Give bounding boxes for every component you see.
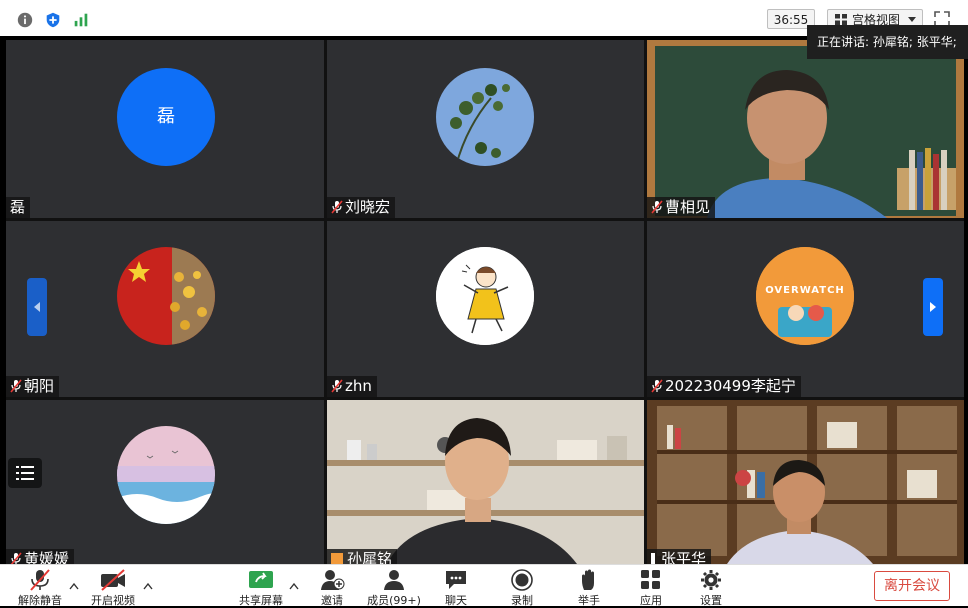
participant-tile-9[interactable]: 张平华 [647, 400, 964, 564]
apps-icon [641, 570, 660, 589]
audio-level-icon [651, 553, 655, 564]
participant-name: 孙犀铭 [327, 549, 398, 564]
chevron-right-icon [930, 302, 936, 312]
participant-name: 张平华 [647, 549, 712, 564]
start-video-button[interactable]: 开启视频 [86, 565, 140, 607]
chat-button[interactable]: 聊天 [436, 565, 476, 607]
avatar [436, 68, 534, 166]
mic-muted-icon [10, 552, 22, 564]
participant-name: 曹相见 [647, 197, 716, 218]
members-button[interactable]: 成员(99+) [364, 565, 424, 607]
unmute-button[interactable]: 解除静音 [14, 565, 66, 607]
share-screen-button[interactable]: 共享屏幕 [234, 565, 288, 607]
list-icon [16, 466, 34, 480]
participant-tile-8[interactable]: 孙犀铭 [327, 400, 644, 564]
avatar: OVERWATCH [756, 247, 854, 345]
chat-icon [446, 571, 466, 589]
chevron-up-icon[interactable] [69, 582, 79, 590]
avatar [117, 426, 215, 524]
participant-tile-2[interactable]: 刘晓宏 [327, 40, 644, 218]
participant-tile-6[interactable]: OVERWATCH 202230499李起宁 [647, 221, 964, 397]
video-grid: 磊 磊 刘晓宏 曹相见 朝阳 zhn OVERWATCH 202230499李起… [6, 40, 964, 564]
record-button[interactable]: 录制 [502, 565, 542, 607]
gear-icon [701, 570, 721, 590]
participant-name: 磊 [6, 197, 31, 218]
hand-icon [582, 569, 594, 590]
raise-hand-button[interactable]: 举手 [569, 565, 609, 607]
participant-name: zhn [327, 376, 377, 397]
mic-muted-icon [651, 379, 663, 393]
participant-name: 刘晓宏 [327, 197, 396, 218]
video-feed-image [647, 40, 964, 218]
video-feed-image [327, 400, 644, 564]
participant-tile-7[interactable]: 黄媛媛 [6, 400, 324, 564]
chevron-up-icon[interactable] [289, 582, 299, 590]
participant-tile-1[interactable]: 磊 磊 [6, 40, 324, 218]
overwatch-avatar-image [756, 247, 854, 345]
tree-sky-avatar-image [436, 68, 534, 166]
invite-button[interactable]: 邀请 [312, 565, 352, 607]
record-icon [511, 569, 533, 591]
participant-name: 202230499李起宁 [647, 376, 801, 397]
meeting-toolbar: 解除静音 开启视频 共享屏幕 邀请 成员(99+) 聊天 录制 举手 应用 设置 [0, 564, 968, 607]
mic-muted-icon [10, 379, 22, 393]
signal-icon[interactable] [71, 11, 91, 29]
mic-muted-icon [651, 200, 663, 214]
chevron-up-icon[interactable] [143, 582, 153, 590]
chevron-left-icon [34, 302, 40, 312]
cartoon-girl-avatar-image [436, 247, 534, 345]
participant-tile-5[interactable]: zhn [327, 221, 644, 397]
previous-page-button[interactable] [27, 278, 47, 336]
participant-tile-4[interactable]: 朝阳 [6, 221, 324, 397]
members-icon [384, 570, 404, 590]
active-speaker-banner: 正在讲话: 孙犀铭; 张平华; [807, 25, 968, 59]
leave-meeting-button[interactable]: 离开会议 [874, 571, 950, 601]
shield-icon[interactable] [43, 11, 63, 29]
avatar: 磊 [117, 68, 215, 166]
sea-avatar-image [117, 426, 215, 524]
apps-button[interactable]: 应用 [631, 565, 671, 607]
mic-muted-icon [30, 569, 50, 591]
participant-list-toggle[interactable] [8, 458, 42, 488]
share-screen-icon [249, 571, 273, 588]
add-user-icon [321, 570, 345, 590]
avatar [117, 247, 215, 345]
video-off-icon [101, 569, 125, 591]
avatar [436, 247, 534, 345]
mic-muted-icon [331, 379, 343, 393]
info-icon[interactable] [15, 11, 35, 29]
video-feed-image [647, 400, 964, 564]
participant-name: 朝阳 [6, 376, 60, 397]
camera-badge-icon [331, 553, 343, 564]
mic-muted-icon [331, 200, 343, 214]
flag-flower-avatar-image [117, 247, 215, 345]
settings-button[interactable]: 设置 [691, 565, 731, 607]
participant-name: 黄媛媛 [6, 549, 75, 564]
grid-view-icon [835, 14, 847, 25]
overwatch-logo-text: OVERWATCH [765, 285, 845, 296]
next-page-button[interactable] [923, 278, 943, 336]
participant-tile-3[interactable]: 曹相见 [647, 40, 964, 218]
chevron-down-icon [908, 17, 916, 22]
